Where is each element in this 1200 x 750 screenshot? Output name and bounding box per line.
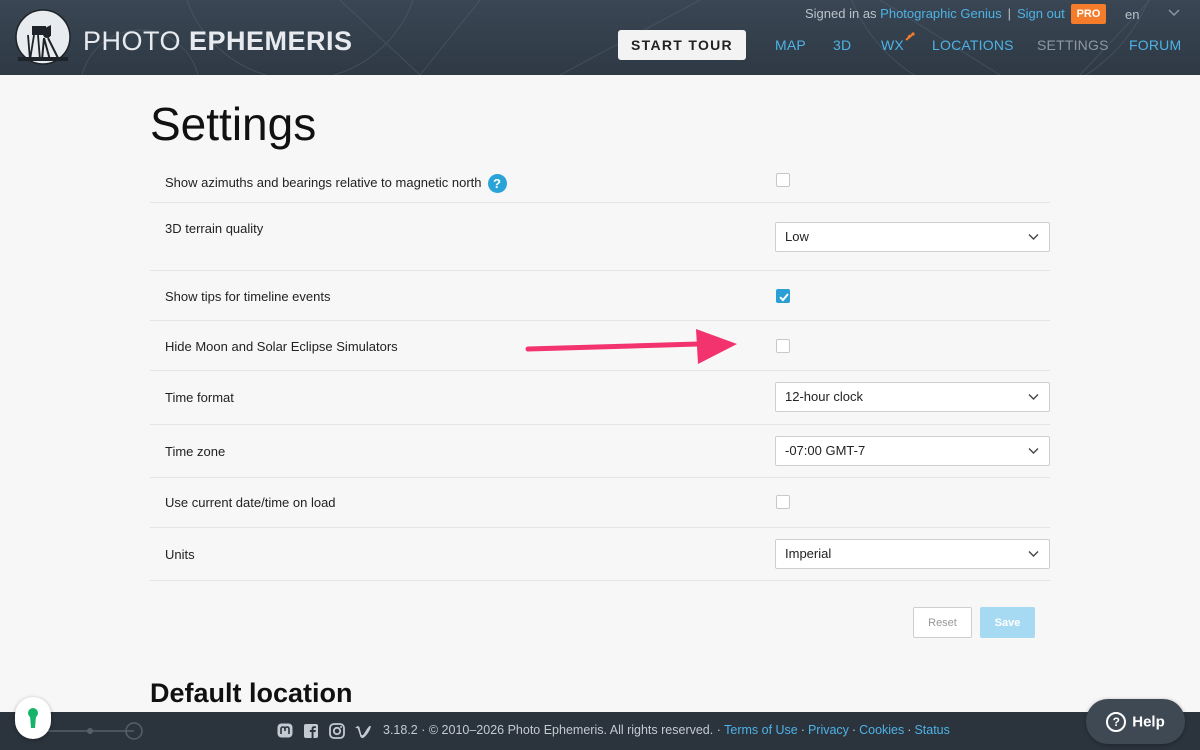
language-select[interactable]: en: [1125, 7, 1139, 22]
instagram-icon[interactable]: [328, 722, 346, 740]
footer-dot: ·: [800, 723, 805, 737]
brand-name-bold: EPHEMERIS: [189, 26, 353, 56]
sign-out-link[interactable]: Sign out: [1017, 6, 1065, 21]
select-value: Imperial: [785, 546, 832, 561]
save-button[interactable]: Save: [980, 607, 1035, 638]
chevron-down-icon[interactable]: [1168, 8, 1180, 18]
chevron-down-icon: [1028, 394, 1039, 400]
chevron-down-icon: [1028, 551, 1039, 557]
cookies-link[interactable]: Cookies: [859, 723, 904, 737]
default-location-heading: Default location: [150, 678, 353, 708]
hide-simulators-checkbox[interactable]: [776, 339, 790, 353]
photographer-logo-icon[interactable]: [14, 8, 72, 66]
signed-in-status: Signed in as Photographic Genius | Sign ou…: [805, 6, 1065, 21]
satellite-icon: [905, 32, 915, 41]
nav-wx[interactable]: WX: [881, 37, 904, 53]
terrain-quality-select[interactable]: Low: [775, 222, 1050, 252]
mastodon-icon[interactable]: [276, 722, 294, 740]
chevron-down-icon: [1028, 234, 1039, 240]
question-circle-icon: ?: [1106, 711, 1127, 732]
page-title: Settings: [150, 98, 317, 150]
pro-badge: PRO: [1071, 4, 1106, 24]
help-button[interactable]: ? Help: [1086, 699, 1185, 744]
user-name-link[interactable]: Photographic Genius: [880, 6, 1001, 21]
setting-row-magnetic-north: Show azimuths and bearings relative to m…: [150, 160, 1050, 203]
status-link[interactable]: Status: [914, 723, 949, 737]
setting-row-time-zone: Time zone -07:00 GMT-7: [150, 425, 1050, 478]
checkmark-icon: [779, 293, 789, 302]
footer-dot: ·: [851, 723, 857, 737]
select-value: 12-hour clock: [785, 389, 864, 404]
nav-locations[interactable]: LOCATIONS: [932, 37, 1014, 53]
nav-settings[interactable]: SETTINGS: [1037, 37, 1109, 53]
nav-forum[interactable]: FORUM: [1129, 37, 1181, 53]
privacy-link[interactable]: Privacy: [808, 723, 849, 737]
timeline-tips-checkbox[interactable]: [776, 289, 790, 303]
footer-copyright: 3.18.2 · © 2010–2026 Photo Ephemeris. Al…: [383, 723, 950, 737]
terms-link[interactable]: Terms of Use: [724, 723, 798, 737]
signed-in-prefix: Signed in as: [805, 6, 881, 21]
annotation-arrow: [525, 329, 737, 364]
app-header: PHOTO EPHEMERIS Signed in as Photographi…: [0, 0, 1200, 75]
select-value: Low: [785, 229, 809, 244]
version-copyright-text: 3.18.2 · © 2010–2026 Photo Ephemeris. Al…: [383, 723, 721, 737]
setting-label: Use current date/time on load: [165, 495, 336, 510]
footer-dot: ·: [907, 723, 912, 737]
brand-name-light: PHOTO: [83, 26, 190, 56]
setting-label: Time zone: [165, 444, 226, 459]
time-format-select[interactable]: 12-hour clock: [775, 382, 1050, 412]
setting-row-current-datetime: Use current date/time on load: [150, 478, 1050, 528]
units-select[interactable]: Imperial: [775, 539, 1050, 569]
help-icon[interactable]: ?: [487, 174, 507, 193]
keyhole-icon: [28, 708, 38, 728]
setting-label: Hide Moon and Solar Eclipse Simulators: [165, 339, 398, 354]
setting-row-terrain-quality: 3D terrain quality Low: [150, 203, 1050, 271]
nav-3d[interactable]: 3D: [833, 37, 851, 53]
select-value: -07:00 GMT-7: [785, 443, 866, 458]
chevron-down-icon: [1028, 448, 1039, 454]
start-tour-button[interactable]: START TOUR: [618, 30, 746, 60]
setting-row-units: Units Imperial: [150, 528, 1050, 581]
nav-map[interactable]: MAP: [775, 37, 806, 53]
setting-label: Time format: [165, 390, 234, 405]
vimeo-icon[interactable]: [354, 722, 372, 740]
current-datetime-checkbox[interactable]: [776, 495, 790, 509]
facebook-icon[interactable]: [302, 722, 320, 740]
magnetic-north-checkbox[interactable]: [776, 173, 790, 187]
keyhole-button[interactable]: [15, 697, 51, 739]
setting-label-text: Show azimuths and bearings relative to m…: [165, 174, 482, 190]
reset-button[interactable]: Reset: [913, 607, 972, 638]
setting-label: Show tips for timeline events: [165, 289, 331, 304]
setting-label: 3D terrain quality: [165, 221, 264, 236]
setting-label: Units: [165, 547, 195, 562]
signed-in-separator: |: [1007, 6, 1011, 21]
setting-row-time-format: Time format 12-hour clock: [150, 371, 1050, 425]
help-button-label: Help: [1132, 713, 1165, 730]
setting-row-timeline-tips: Show tips for timeline events: [150, 271, 1050, 321]
setting-label: Show azimuths and bearings relative to m…: [165, 174, 507, 193]
brand-name[interactable]: PHOTO EPHEMERIS: [83, 26, 353, 57]
time-zone-select[interactable]: -07:00 GMT-7: [775, 436, 1050, 466]
